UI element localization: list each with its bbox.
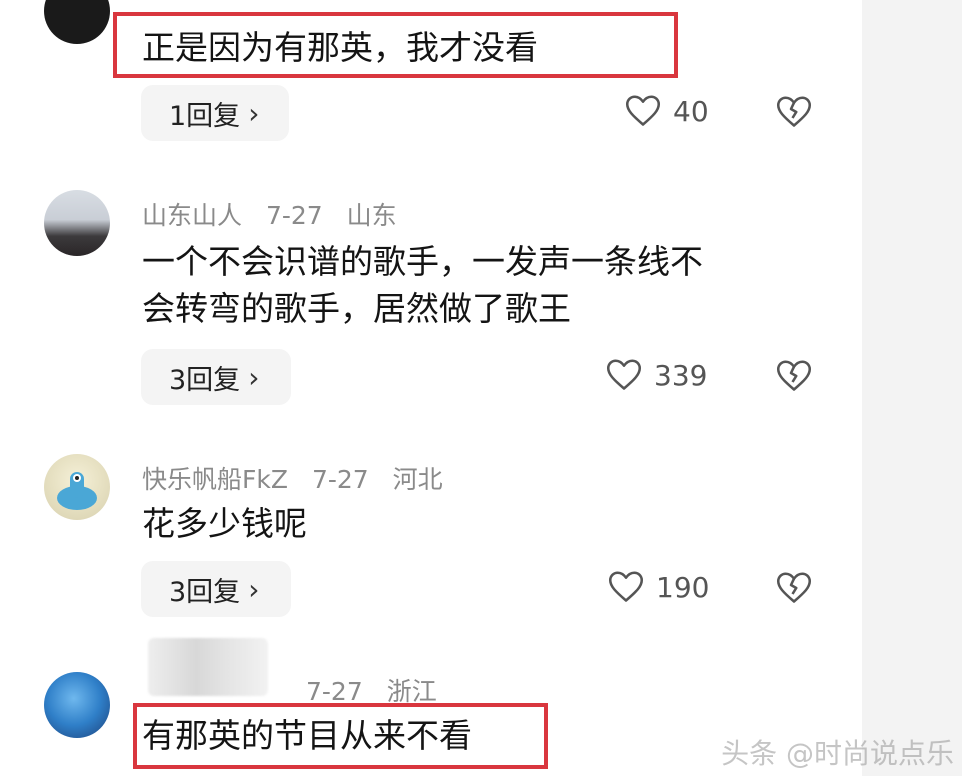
chevron-right-icon: › bbox=[248, 96, 260, 130]
heart-icon bbox=[608, 571, 644, 602]
username[interactable]: 山东山人 bbox=[142, 201, 242, 230]
like-button[interactable]: 40 bbox=[625, 94, 709, 128]
heart-icon bbox=[625, 95, 661, 126]
username[interactable]: 快乐帆船FkZ bbox=[142, 465, 288, 494]
avatar[interactable] bbox=[44, 454, 110, 520]
comment-date: 7-27 bbox=[306, 677, 363, 706]
blurred-username bbox=[148, 638, 268, 696]
reply-button[interactable]: 3回复 › bbox=[141, 349, 291, 405]
like-button[interactable]: 339 bbox=[606, 358, 707, 392]
reply-button[interactable]: 1回复 › bbox=[141, 85, 289, 141]
avatar[interactable] bbox=[44, 0, 110, 44]
dislike-button[interactable] bbox=[776, 571, 812, 609]
comment-location: 浙江 bbox=[386, 677, 437, 706]
comment-date: 7-27 bbox=[311, 465, 369, 494]
reply-button[interactable]: 3回复 › bbox=[141, 561, 291, 617]
comment-location: 河北 bbox=[392, 465, 443, 494]
reply-label: 3回复 bbox=[169, 576, 241, 608]
comment-text-line: 一个不会识谱的歌手，一发声一条线不 bbox=[142, 242, 703, 281]
reply-label: 1回复 bbox=[169, 100, 241, 132]
comment-text: 一个不会识谱的歌手，一发声一条线不 会转弯的歌手，居然做了歌王 bbox=[142, 238, 812, 332]
heart-icon bbox=[606, 359, 642, 390]
comment-date: 7-27 bbox=[265, 201, 323, 230]
side-panel bbox=[862, 0, 962, 776]
comment-location: 山东 bbox=[346, 201, 397, 230]
chevron-right-icon: › bbox=[248, 572, 260, 606]
watermark: 头条 @时尚说点乐 bbox=[721, 737, 954, 770]
broken-heart-icon bbox=[776, 96, 812, 127]
comment-meta: 快乐帆船FkZ 7-27 河北 bbox=[142, 460, 459, 496]
comment-list: 正是因为有那英，我才没看 1回复 › 40 山东山人 7-27 山东 一个不会识… bbox=[0, 0, 962, 776]
highlight-box bbox=[133, 703, 548, 769]
like-count: 339 bbox=[654, 358, 708, 392]
like-count: 40 bbox=[673, 94, 709, 128]
highlight-box bbox=[113, 12, 678, 78]
chevron-right-icon: › bbox=[248, 360, 260, 394]
like-count: 190 bbox=[656, 570, 710, 604]
comment-meta: 山东山人 7-27 山东 bbox=[142, 196, 413, 232]
cartoon-avatar-icon bbox=[57, 472, 97, 510]
dislike-button[interactable] bbox=[776, 359, 812, 397]
like-button[interactable]: 190 bbox=[608, 570, 709, 604]
avatar[interactable] bbox=[44, 190, 110, 256]
dislike-button[interactable] bbox=[776, 95, 812, 133]
broken-heart-icon bbox=[776, 360, 812, 391]
reply-label: 3回复 bbox=[169, 364, 241, 396]
broken-heart-icon bbox=[776, 572, 812, 603]
comment-text: 花多少钱呢 bbox=[142, 504, 307, 543]
avatar[interactable] bbox=[44, 672, 110, 738]
comment-text-line: 会转弯的歌手，居然做了歌王 bbox=[142, 289, 571, 328]
